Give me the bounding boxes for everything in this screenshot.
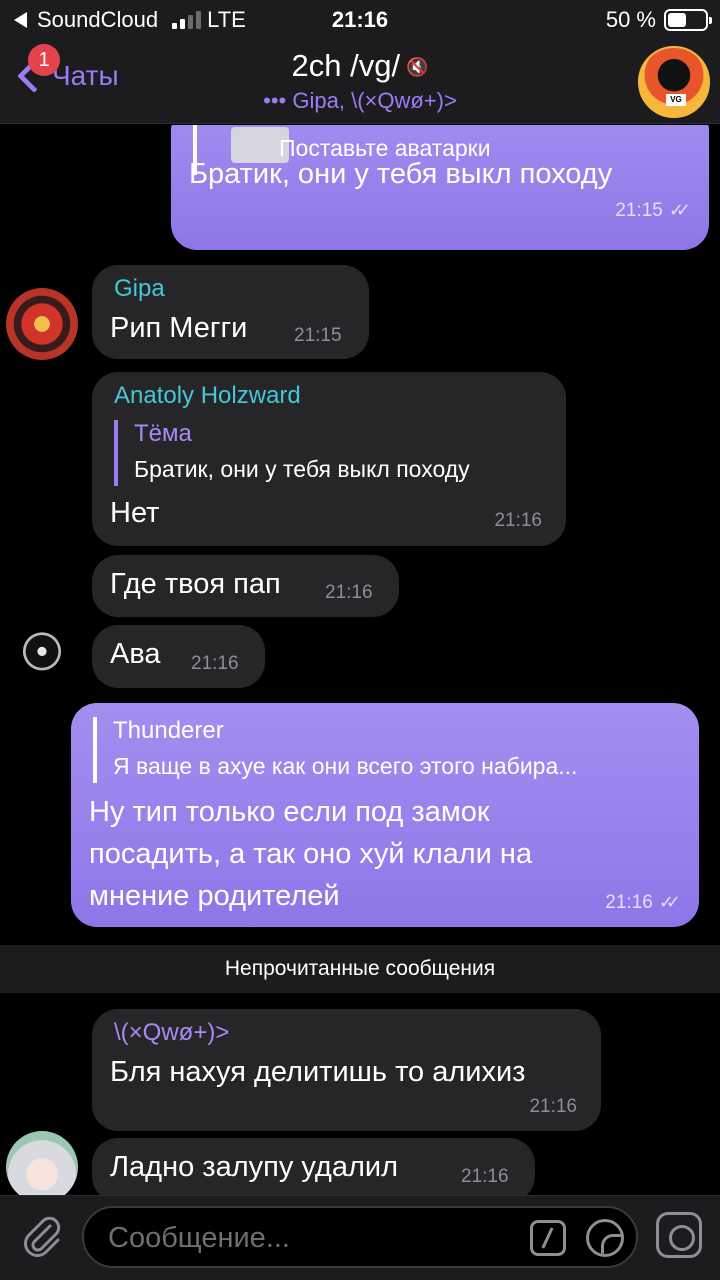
message-time: 21:16 bbox=[529, 1096, 577, 1117]
group-avatar[interactable]: VG bbox=[638, 46, 710, 118]
message-list[interactable]: Поставьте аватарки Братик, они у тебя вы… bbox=[0, 125, 720, 1195]
chat-header: Чаты 1 2ch /vg/🔇 ••• Gipa, \(×Qwø+)> VG bbox=[0, 40, 720, 124]
status-bar: SoundCloud LTE 21:16 50 % bbox=[0, 0, 720, 40]
chat-title[interactable]: 2ch /vg/🔇 bbox=[0, 48, 720, 84]
message-time: 21:16 bbox=[494, 510, 542, 531]
message-time: 21:16 ✓✓ bbox=[605, 892, 681, 914]
message-text: Ава bbox=[110, 638, 161, 670]
avatar-logo-icon: VG bbox=[666, 94, 686, 106]
message-text: Братик, они у тебя выкл походу bbox=[189, 158, 613, 190]
message-text: Рип Мегги bbox=[110, 312, 248, 344]
time-value: 21:16 bbox=[605, 892, 653, 913]
message-bubble-outgoing[interactable]: Thunderer Я ваще в ахуе как они всего эт… bbox=[71, 703, 699, 927]
message-text: Ну тип только если под замок посадить, а… bbox=[89, 791, 532, 917]
message-time: 21:15 bbox=[294, 325, 342, 346]
status-right: 50 % bbox=[605, 7, 712, 33]
message-time: 21:16 bbox=[325, 582, 373, 603]
sender-name[interactable]: \(×Qwø+)> bbox=[114, 1019, 229, 1047]
read-ticks-icon: ✓✓ bbox=[668, 200, 691, 220]
reply-name: Thunderer bbox=[113, 717, 224, 744]
sender-name[interactable]: Anatoly Holzward bbox=[114, 382, 301, 410]
message-time: 21:16 bbox=[461, 1166, 509, 1187]
message-bubble-outgoing[interactable]: Поставьте аватарки Братик, они у тебя вы… bbox=[171, 125, 709, 250]
avatar[interactable] bbox=[6, 1131, 78, 1195]
reply-text: Братик, они у тебя выкл походу bbox=[134, 456, 470, 482]
commands-icon[interactable] bbox=[530, 1220, 566, 1256]
typing-users: Gipa, \(×Qwø+)> bbox=[292, 88, 457, 113]
avatar[interactable] bbox=[6, 288, 78, 360]
compose-bar bbox=[0, 1195, 720, 1280]
typing-dots: ••• bbox=[263, 88, 287, 113]
message-input[interactable] bbox=[108, 1218, 528, 1258]
message-bubble-incoming[interactable]: Ава 21:16 bbox=[92, 625, 265, 688]
message-bubble-incoming[interactable]: \(×Qwø+)> Бля нахуя делитишь то алихиз 2… bbox=[92, 1009, 601, 1131]
avatar[interactable] bbox=[6, 619, 78, 691]
time-value: 21:15 bbox=[615, 200, 663, 221]
message-line: мнение родителей bbox=[89, 880, 340, 912]
reply-preview[interactable]: Тёма Братик, они у тебя выкл походу bbox=[114, 420, 554, 486]
unread-separator: Непрочитанные сообщения bbox=[0, 945, 720, 993]
message-input-container[interactable] bbox=[82, 1206, 638, 1268]
message-bubble-incoming[interactable]: Anatoly Holzward Тёма Братик, они у тебя… bbox=[92, 372, 566, 546]
sender-name[interactable]: Gipa bbox=[114, 275, 165, 303]
message-text: Нет bbox=[110, 497, 160, 529]
read-ticks-icon: ✓✓ bbox=[658, 892, 681, 912]
muted-icon: 🔇 bbox=[406, 57, 429, 78]
battery-label: 50 % bbox=[605, 7, 656, 32]
chat-title-text: 2ch /vg/ bbox=[291, 48, 401, 83]
message-line: посадить, а так оно хуй клали на bbox=[89, 838, 533, 870]
message-bubble-incoming[interactable]: Gipa Рип Мегги 21:15 bbox=[92, 265, 369, 359]
reply-text: Я ваще в ахуе как они всего этого набира… bbox=[113, 753, 578, 779]
video-message-icon[interactable] bbox=[656, 1212, 702, 1258]
chat-subtitle: ••• Gipa, \(×Qwø+)> bbox=[0, 88, 720, 114]
message-bubble-incoming[interactable]: Где твоя пап 21:16 bbox=[92, 555, 399, 617]
message-line: Ну тип только если под замок bbox=[89, 796, 490, 828]
reply-name: Тёма bbox=[134, 420, 192, 447]
battery-icon bbox=[664, 9, 712, 31]
sticker-icon[interactable] bbox=[586, 1219, 624, 1257]
message-time: 21:15 ✓✓ bbox=[615, 200, 691, 222]
message-time: 21:16 bbox=[191, 653, 239, 674]
message-text: Где твоя пап bbox=[110, 568, 281, 600]
message-text: Бля нахуя делитишь то алихиз bbox=[110, 1056, 526, 1088]
message-bubble-incoming[interactable]: Ладно залупу удалил 21:16 bbox=[92, 1138, 535, 1195]
message-text: Ладно залупу удалил bbox=[110, 1151, 399, 1183]
attach-icon[interactable] bbox=[20, 1214, 64, 1258]
reply-preview[interactable]: Thunderer Я ваще в ахуе как они всего эт… bbox=[93, 717, 683, 783]
